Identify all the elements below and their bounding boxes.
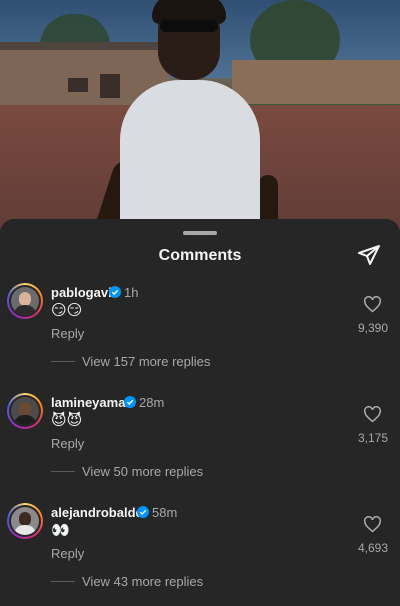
comment-time: 58m bbox=[152, 505, 178, 520]
reply-button[interactable]: Reply bbox=[51, 326, 84, 341]
comment-text: 👀 bbox=[51, 522, 70, 539]
background-photo bbox=[0, 0, 400, 240]
view-more-replies-button[interactable]: View 157 more replies bbox=[82, 354, 210, 369]
view-more-replies-button[interactable]: View 50 more replies bbox=[82, 464, 203, 479]
photo-window bbox=[68, 78, 88, 92]
comment-time: 1h bbox=[124, 285, 139, 300]
avatar[interactable] bbox=[7, 283, 43, 319]
username[interactable]: pablogavi bbox=[51, 285, 112, 300]
verified-badge-icon bbox=[109, 286, 121, 298]
drag-handle[interactable] bbox=[183, 231, 217, 235]
replies-divider bbox=[51, 581, 75, 582]
comment-time: 28m bbox=[139, 395, 165, 410]
sheet-title: Comments bbox=[158, 247, 242, 264]
comments-sheet: Comments pablogavi 1h 😏😏 Reply View 157 … bbox=[0, 219, 400, 606]
photo-person-sunglasses bbox=[160, 20, 218, 32]
photo-building bbox=[232, 60, 400, 108]
like-count: 4,693 bbox=[357, 541, 388, 555]
paper-plane-icon[interactable] bbox=[356, 243, 382, 267]
view-more-replies-button[interactable]: View 43 more replies bbox=[82, 574, 203, 589]
heart-icon[interactable] bbox=[363, 296, 382, 313]
comment-item: alejandrobalde 58m 👀 Reply View 43 more … bbox=[0, 503, 400, 606]
photo-person-shirt bbox=[120, 80, 260, 240]
comment-item: pablogavi 1h 😏😏 Reply View 157 more repl… bbox=[0, 283, 400, 393]
replies-divider bbox=[51, 361, 75, 362]
like-count: 9,390 bbox=[357, 321, 388, 335]
replies-divider bbox=[51, 471, 75, 472]
username[interactable]: lamineyamal bbox=[51, 395, 129, 410]
photo-door bbox=[100, 74, 120, 98]
comment-text: 😈😈 bbox=[51, 412, 83, 429]
heart-icon[interactable] bbox=[363, 516, 382, 533]
verified-badge-icon bbox=[124, 396, 136, 408]
verified-badge-icon bbox=[137, 506, 149, 518]
avatar[interactable] bbox=[7, 503, 43, 539]
avatar[interactable] bbox=[7, 393, 43, 429]
reply-button[interactable]: Reply bbox=[51, 546, 84, 561]
reply-button[interactable]: Reply bbox=[51, 436, 84, 451]
heart-icon[interactable] bbox=[363, 406, 382, 423]
like-count: 3,175 bbox=[357, 431, 388, 445]
comment-item: lamineyamal 28m 😈😈 Reply View 50 more re… bbox=[0, 393, 400, 503]
username[interactable]: alejandrobalde bbox=[51, 505, 143, 520]
comment-text: 😏😏 bbox=[51, 302, 83, 319]
